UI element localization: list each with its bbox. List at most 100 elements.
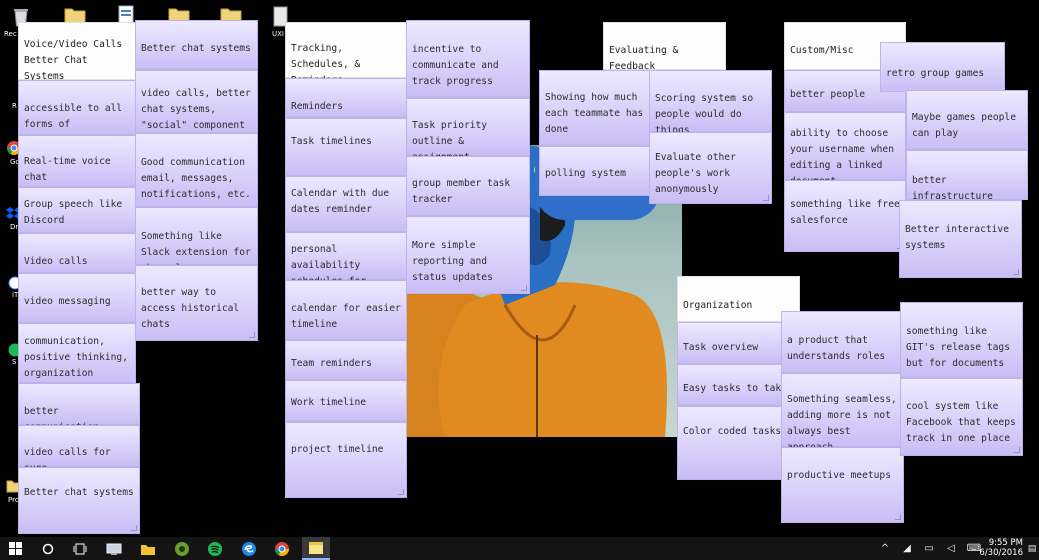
sticky-note[interactable]: group member task tracker xyxy=(406,156,530,216)
notification-icon[interactable]: ▤ xyxy=(1026,537,1038,560)
note-text: Voice/Video Calls Better Chat Systems xyxy=(24,39,123,82)
sticky-note[interactable]: Work timeline xyxy=(285,380,407,422)
sticky-note[interactable]: video messaging xyxy=(18,273,136,323)
sticky-note-header[interactable]: Tracking, Schedules, & Reminders xyxy=(285,22,407,86)
sticky-note[interactable]: Evaluate other people's work anonymously xyxy=(649,132,772,204)
sticky-note[interactable]: Better interactive systems xyxy=(899,200,1022,278)
clock-time: 9:55 PM xyxy=(988,538,1023,548)
sticky-note[interactable]: project timeline xyxy=(285,422,407,498)
note-text: Work timeline xyxy=(291,397,367,408)
edge-icon[interactable] xyxy=(235,537,263,560)
windows-start-icon[interactable] xyxy=(0,537,30,560)
note-text: Better chat systems xyxy=(141,43,251,54)
sticky-note[interactable]: a product that understands roles xyxy=(781,311,904,373)
sticky-note[interactable]: something like GIT's release tags but fo… xyxy=(900,302,1023,378)
sticky-note[interactable]: Showing how much each teammate has done xyxy=(539,70,662,146)
sticky-note[interactable]: Video calls xyxy=(18,233,136,273)
sticky-note[interactable]: Group speech like Discord xyxy=(18,187,136,233)
note-text: productive meetups xyxy=(787,470,891,481)
note-text: Better chat systems xyxy=(24,487,134,498)
sticky-note[interactable]: better infrastructure xyxy=(906,150,1028,202)
sticky-note[interactable]: video calls, better chat systems, "socia… xyxy=(135,70,258,133)
sticky-note[interactable]: Calendar with due dates reminder xyxy=(285,176,407,232)
sticky-note[interactable]: accessible to all forms of communication xyxy=(18,80,136,146)
resize-grip[interactable] xyxy=(895,514,901,520)
sticky-note[interactable]: incentive to communicate and track progr… xyxy=(406,20,530,98)
note-text: video messaging xyxy=(24,296,111,307)
volume-icon[interactable]: ◁ xyxy=(942,537,960,560)
resize-grip[interactable] xyxy=(763,195,769,201)
chrome-icon[interactable] xyxy=(268,537,296,560)
note-text: something like free salesforce xyxy=(790,199,900,226)
sticky-note[interactable]: Task priority outline & assignment xyxy=(406,98,530,163)
note-text: retro group games xyxy=(886,68,985,79)
sticky-note-header[interactable]: Evaluating & Feedback xyxy=(603,22,726,72)
sticky-note[interactable]: personal availability schedules for meet… xyxy=(285,232,407,303)
note-text: Video calls xyxy=(24,256,88,267)
note-text: polling system xyxy=(545,168,626,179)
sticky-note[interactable]: Maybe games people can play xyxy=(906,90,1028,150)
sticky-notes-icon[interactable] xyxy=(302,537,330,560)
note-text: Task timelines xyxy=(291,136,372,147)
resize-grip[interactable] xyxy=(131,525,137,531)
note-text: video calls, better chat systems, "socia… xyxy=(141,88,251,131)
sticky-note[interactable]: Good communication email, messages, noti… xyxy=(135,133,258,207)
sticky-note[interactable]: Something seamless, adding more is not a… xyxy=(781,373,904,453)
sticky-note[interactable]: Task timelines xyxy=(285,118,407,176)
sticky-note[interactable]: retro group games xyxy=(880,42,1005,92)
sticky-note[interactable]: Scoring system so people would do things xyxy=(649,70,772,136)
note-text: Evaluate other people's work anonymously xyxy=(655,152,736,195)
file-explorer-icon[interactable] xyxy=(134,537,162,560)
resize-grip[interactable] xyxy=(249,332,255,338)
sticky-note[interactable]: calendar for easier timeline xyxy=(285,280,407,340)
sticky-note[interactable]: productive meetups xyxy=(781,447,904,523)
spotify-icon[interactable] xyxy=(201,537,229,560)
desktop-icon-label: S xyxy=(12,358,17,366)
note-text: Reminders xyxy=(291,101,343,112)
clock[interactable]: 9:55 PM 6/30/2016 xyxy=(979,538,1023,558)
note-text: Showing how much each teammate has done xyxy=(545,92,644,135)
resize-grip[interactable] xyxy=(1013,269,1019,275)
note-text: Task overview xyxy=(683,342,759,353)
note-text: Maybe games people can play xyxy=(912,112,1016,139)
desktop-icon-label: UXI xyxy=(272,30,284,38)
sticky-note-header[interactable]: Voice/Video Calls Better Chat Systems xyxy=(18,22,136,82)
sticky-note[interactable]: Better chat systems xyxy=(135,20,258,70)
note-text: calendar for easier timeline xyxy=(291,303,401,330)
note-text: project timeline xyxy=(291,444,384,455)
note-text: Good communication email, messages, noti… xyxy=(141,157,251,200)
chevron-up-icon[interactable]: ^ xyxy=(876,537,894,560)
note-text: Easy tasks to take xyxy=(683,383,787,394)
battery-icon[interactable]: ▭ xyxy=(920,537,938,560)
sticky-note[interactable]: video calls for sure xyxy=(18,425,140,474)
search-circle-icon[interactable] xyxy=(34,537,62,560)
desktop-icon-label: R xyxy=(12,102,17,110)
resize-grip[interactable] xyxy=(1014,447,1020,453)
sticky-note[interactable]: More simple reporting and status updates xyxy=(406,216,530,294)
sticky-note[interactable]: better way to access historical chats xyxy=(135,265,258,341)
sticky-note[interactable]: polling system xyxy=(539,146,662,196)
computer-icon[interactable] xyxy=(100,537,128,560)
sticky-note[interactable]: something like free salesforce xyxy=(784,180,906,252)
sticky-note[interactable]: ability to choose your username when edi… xyxy=(784,112,906,187)
wifi-icon[interactable]: ◢ xyxy=(898,537,916,560)
clock-date: 6/30/2016 xyxy=(979,548,1023,558)
note-text: Real-time voice chat xyxy=(24,156,111,183)
note-text: a product that understands roles xyxy=(787,335,886,362)
resize-grip[interactable] xyxy=(521,285,527,291)
sticky-note[interactable]: cool system like Facebook that keeps tra… xyxy=(900,378,1023,456)
note-text: group member task tracker xyxy=(412,178,511,205)
note-text: Better interactive systems xyxy=(905,224,1009,251)
note-text: Calendar with due dates reminder xyxy=(291,188,390,215)
task-view-icon[interactable] xyxy=(66,537,94,560)
sticky-note[interactable]: Real-time voice chat xyxy=(18,135,136,187)
sticky-note[interactable]: communication, positive thinking, organi… xyxy=(18,323,136,383)
sticky-note[interactable]: Something like Slack extension for chann… xyxy=(135,207,258,274)
sticky-note[interactable]: Team reminders xyxy=(285,340,407,380)
media-player-icon[interactable] xyxy=(168,537,196,560)
sticky-note[interactable]: Better chat systems xyxy=(18,467,140,534)
resize-grip[interactable] xyxy=(398,489,404,495)
sticky-note[interactable]: Reminders xyxy=(285,78,407,118)
sticky-note[interactable]: better communication xyxy=(18,383,140,433)
note-text: better way to access historical chats xyxy=(141,287,240,330)
